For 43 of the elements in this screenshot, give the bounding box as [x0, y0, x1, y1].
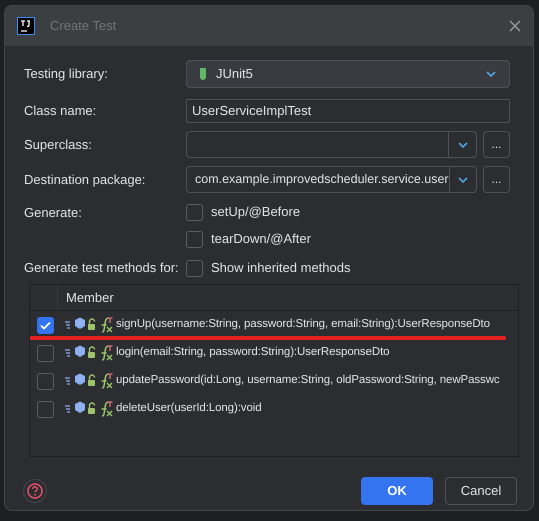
- app-logo-icon: [17, 17, 35, 35]
- destination-package-combo[interactable]: com.example.improvedscheduler.service.user: [186, 166, 477, 193]
- browse-button[interactable]: ...: [483, 166, 510, 193]
- window-title: Create Test: [50, 17, 116, 36]
- field-label: Superclass:: [24, 136, 93, 154]
- field-label: Generate:: [24, 204, 83, 222]
- checkbox[interactable]: [186, 260, 203, 276]
- method-signature: updatePassword(id:Long, username:String, oldPassword:String, newPasswc: [116, 373, 500, 388]
- test-tube-icon: [199, 67, 207, 81]
- cancel-button[interactable]: Cancel: [445, 477, 517, 505]
- close-icon[interactable]: [509, 20, 521, 32]
- ok-button[interactable]: OK: [361, 477, 433, 505]
- checkbox-label: tearDown/@After: [211, 230, 311, 248]
- method-signature: signUp(username:String, password:String, email:String):UserResponseDto: [116, 317, 490, 332]
- field-label: Class name:: [24, 102, 98, 120]
- field-label: Destination package:: [24, 170, 146, 189]
- checkbox-label: Show inherited methods: [211, 259, 350, 278]
- field-label: Generate test methods for:: [24, 259, 180, 278]
- testing-library-dropdown[interactable]: JUnit5: [186, 60, 510, 88]
- row-checkbox[interactable]: [37, 400, 54, 418]
- method-icons-drawing: [64, 344, 114, 362]
- checkmark-icon: [40, 320, 51, 330]
- row-checkbox[interactable]: [37, 344, 54, 362]
- browse-button[interactable]: ...: [483, 131, 510, 158]
- chevron-down-icon: [456, 140, 468, 148]
- chevron-down-icon: [457, 176, 470, 184]
- row-checkbox[interactable]: [37, 372, 54, 390]
- method-signature: login(email:String, password:String):UserResponseDto: [116, 345, 390, 360]
- method-icons-drawing: [64, 372, 114, 390]
- row-checkbox[interactable]: [37, 316, 54, 334]
- checkbox[interactable]: [186, 230, 203, 248]
- method-icons-drawing: [64, 400, 114, 418]
- chevron-down-icon: [485, 70, 497, 78]
- method-signature: deleteUser(userId:Long):void: [116, 401, 262, 416]
- dropdown-value: JUnit5: [216, 65, 253, 84]
- column-header: Member: [66, 288, 114, 307]
- superclass-combo[interactable]: [186, 131, 477, 158]
- help-icon[interactable]: [23, 479, 47, 503]
- checkbox[interactable]: [186, 204, 203, 220]
- class-name-field[interactable]: UserServiceImplTest: [186, 99, 510, 123]
- field-label: Testing library:: [24, 65, 109, 84]
- checkbox-label: setUp/@Before: [211, 203, 300, 222]
- method-icons-drawing: [64, 316, 114, 334]
